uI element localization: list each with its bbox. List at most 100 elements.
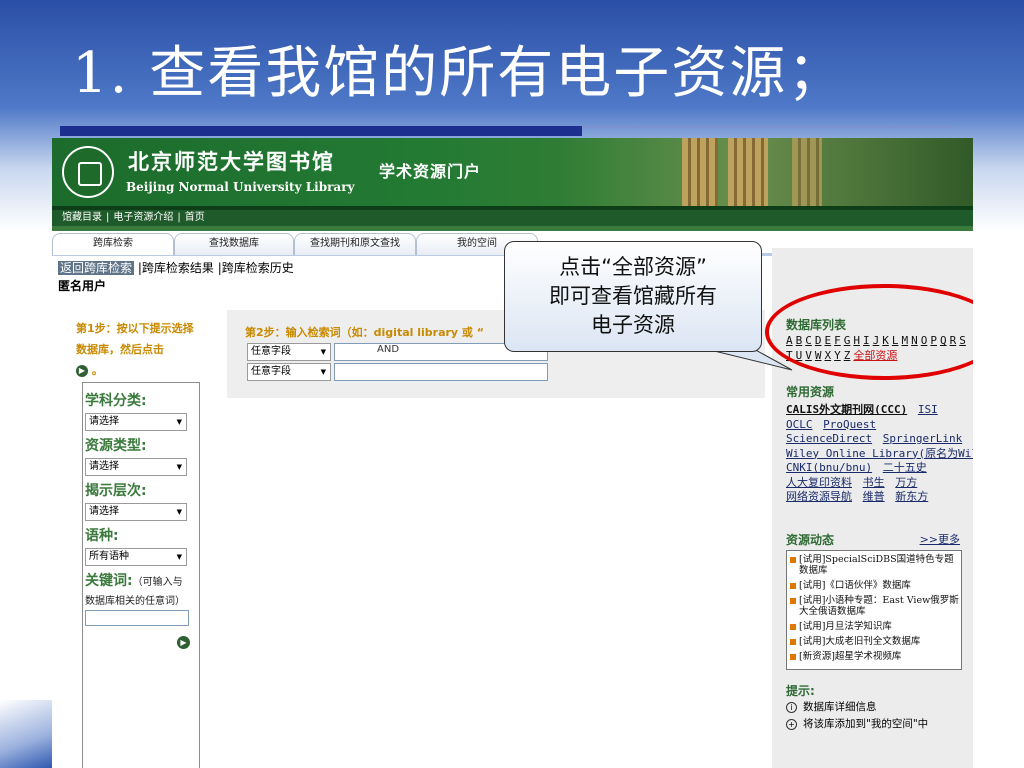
tab-find-journal[interactable]: 查找期刊和原文查找 [294,233,416,255]
step1-text: 第1步：按以下提示选择数据库，然后点击 [76,322,194,356]
common-resource-link[interactable]: 书生 [863,476,885,489]
news-item[interactable]: [新资源]超星学术视频库 [789,651,959,662]
info-icon: i [786,701,797,713]
db-letter-z[interactable]: Z [844,349,851,362]
callout-box: 点击“全部资源” 即可查看馆藏所有 电子资源 [504,241,762,352]
db-letter-o[interactable]: O [921,334,928,347]
top-nav: 馆藏目录 | 电子资源介绍 | 首页 [52,210,973,226]
go-icon[interactable]: ▶ [76,365,88,377]
common-resource-link[interactable]: ProQuest [823,418,876,431]
db-letter-v[interactable]: V [805,349,812,362]
tip-item: + 将该库添加到"我的空间"中 [786,716,972,733]
portal-title: 学术资源门户 [379,162,482,181]
news-item[interactable]: [试用]SpecialSciDBS国道特色专题数据库 [789,554,959,576]
footer-text: cn [971,742,988,757]
library-name-cn: 北京师范大学图书馆 [128,149,335,174]
tip-item: i 数据库详细信息 [786,699,972,716]
subject-select[interactable]: 请选择 [85,413,187,431]
browser-screenshot: 北京师范大学图书馆 Beijing Normal University Libr… [52,138,973,768]
common-resource-link[interactable]: 人大复印资料 [786,476,852,489]
step2-instructions: 第2步：输入检索词（如：digital library 或 “ [245,326,484,339]
field-select[interactable]: 任意字段 [247,343,331,361]
db-letter-g[interactable]: G [844,334,851,347]
type-label: 资源类型: [85,438,147,454]
db-list-title: 数据库列表 [786,318,847,332]
db-letter-b[interactable]: B [796,334,803,347]
search-history-link[interactable]: |跨库检索历史 [218,261,294,275]
news-item[interactable]: [试用]大成老旧刊全文数据库 [789,636,959,647]
callout-line: 电子资源 [591,313,675,337]
keyword-input[interactable] [85,610,189,626]
tab-cross-search[interactable]: 跨库检索 [52,233,174,255]
db-letter-k[interactable]: K [882,334,889,347]
nav-catalog[interactable]: 馆藏目录 [58,212,106,223]
add-icon: + [786,718,797,730]
db-letter-x[interactable]: X [825,349,832,362]
db-letter-n[interactable]: N [911,334,918,347]
db-letter-u[interactable]: U [796,349,803,362]
field-select[interactable]: 任意字段 [247,363,331,381]
title-rule-light [582,126,952,128]
boolean-select[interactable]: AND [377,344,399,355]
common-resource-link[interactable]: 二十五史 [883,461,927,474]
db-letter-m[interactable]: M [902,334,909,347]
db-letter-t[interactable]: T [786,349,793,362]
building-image [728,138,768,206]
library-seal-icon [62,146,114,198]
language-select[interactable]: 所有语种 [85,548,187,566]
db-letter-r[interactable]: R [950,334,957,347]
db-letter-y[interactable]: Y [834,349,841,362]
keyword-note-a: （可输入与 [132,577,183,588]
type-select[interactable]: 请选择 [85,458,187,476]
news-title: 资源动态 [786,532,835,547]
news-item[interactable]: [试用]《口语伙伴》数据库 [789,580,959,591]
common-resource-link[interactable]: CNKI(bnu/bnu) [786,461,872,474]
tips-list: i 数据库详细信息 + 将该库添加到"我的空间"中 [786,699,972,733]
search-results-link[interactable]: |跨库检索结果 [138,261,214,275]
common-resource-link[interactable]: 新东方 [895,490,928,503]
db-letter-f[interactable]: F [834,334,841,347]
nav-eresources[interactable]: 电子资源介绍 [109,212,177,223]
nav-home[interactable]: 首页 [181,212,209,223]
db-letter-e[interactable]: E [825,334,832,347]
db-letter-i[interactable]: I [863,334,870,347]
common-resource-link[interactable]: OCLC [786,418,813,431]
common-resource-link[interactable]: 万方 [895,476,917,489]
common-resource-link[interactable]: 维普 [863,490,885,503]
db-letter-s[interactable]: S [959,334,966,347]
common-resource-link[interactable]: ISI [918,403,938,416]
search-input[interactable] [334,363,548,381]
tab-find-database[interactable]: 查找数据库 [174,233,294,255]
db-letter-d[interactable]: D [815,334,822,347]
db-letter-h[interactable]: H [853,334,860,347]
common-resource-link[interactable]: CALIS外文期刊网(CCC) [786,403,907,416]
db-letter-w[interactable]: W [815,349,822,362]
keyword-label: 关键词:（可输入与 [85,570,197,590]
level-select[interactable]: 请选择 [85,503,187,521]
news-item[interactable]: [试用]月旦法学知识库 [789,621,959,632]
go-icon[interactable]: ▶ [177,636,190,649]
filter-box: 学科分类: 请选择 资源类型: 请选择 揭示层次: 请选择 语种: 所有语种 关… [82,382,200,768]
db-letter-q[interactable]: Q [940,334,947,347]
common-resource-link[interactable]: Wiley Online Library(原名为Wiley-Blackwell) [786,447,973,460]
all-resources-link[interactable]: 全部资源 [853,349,897,362]
tips-title: 提示: [786,683,815,698]
level-label: 揭示层次: [85,483,147,499]
db-letter-l[interactable]: L [892,334,899,347]
news-more-link[interactable]: >>更多 [920,531,960,548]
common-resource-link[interactable]: 网络资源导航 [786,490,852,503]
library-name-en: Beijing Normal University Library [126,180,355,194]
keyword-note-b: 数据库相关的任意词） [85,596,185,607]
db-letter-c[interactable]: C [805,334,812,347]
back-to-search-link[interactable]: 返回跨库检索 [58,261,135,275]
db-letter-a[interactable]: A [786,334,793,347]
db-letter-p[interactable]: P [930,334,937,347]
step1-instructions: 第1步：按以下提示选择数据库，然后点击 ▶ 。 [76,318,204,381]
tip-text: 将该库添加到"我的空间"中 [803,717,929,730]
right-sidebar-content: 数据库列表 A B C D E F G H I J K L M N O P Q R S T U V W X Y Z 全部资源 常用资… [786,316,973,733]
common-resource-link[interactable]: ScienceDirect [786,432,872,445]
news-item[interactable]: [试用]小语种专题：East View俄罗斯大全俄语数据库 [789,595,959,617]
common-resource-link[interactable]: SpringerLink [883,432,962,445]
db-letter-j[interactable]: J [873,334,880,347]
common-resources: CALIS外文期刊网(CCC) ISI OCLC ProQuest Scienc… [786,403,973,505]
